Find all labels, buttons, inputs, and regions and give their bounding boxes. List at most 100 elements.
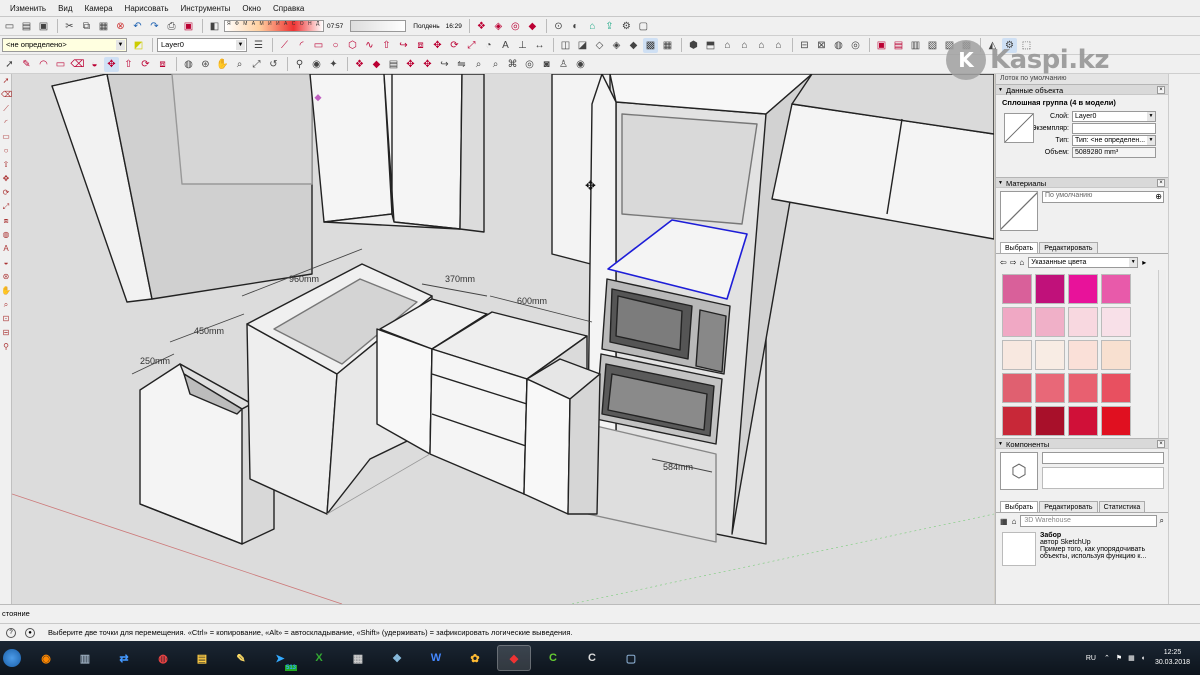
tray-chevron-icon[interactable]: ⌃ (1104, 654, 1110, 662)
components-search-input[interactable]: 3D Warehouse (1020, 515, 1157, 527)
photo-icon[interactable]: ◐ (568, 19, 583, 34)
shadow-toggle-icon[interactable]: ◧ (207, 19, 222, 34)
excel-icon[interactable]: X (302, 645, 336, 671)
sketchup-taskbar-icon[interactable]: ◆ (497, 645, 531, 671)
shaded-icon[interactable]: ◆ (626, 38, 641, 53)
pushpull-tool-icon[interactable]: ⇧ (1, 159, 11, 170)
scale-icon[interactable]: ⤢ (464, 38, 479, 53)
lock-icon[interactable]: ⌘ (505, 57, 520, 72)
bucket-icon[interactable]: ◒ (87, 57, 102, 72)
material-swatch[interactable] (1068, 274, 1098, 304)
menu-edit[interactable]: Изменить (4, 4, 52, 13)
close-icon[interactable]: × (1157, 86, 1165, 94)
camtasia-recorder-icon[interactable]: C (575, 645, 609, 671)
camtasia-icon[interactable]: C (536, 645, 570, 671)
shadow-month-slider[interactable]: Я Ф М А М И И А С О Н Д (224, 20, 324, 32)
save-icon[interactable]: ▣ (36, 19, 51, 34)
move2-icon[interactable]: ✥ (104, 56, 119, 72)
menu-tools[interactable]: Инструменты (175, 4, 237, 13)
shaded-texture-icon[interactable]: ▩ (643, 37, 658, 53)
info-icon[interactable]: ? (6, 627, 16, 638)
xray-icon[interactable]: ◫ (558, 38, 573, 53)
select-tool-icon[interactable]: ➚ (1, 75, 11, 86)
wireframe-icon[interactable]: ◇ (592, 38, 607, 53)
tab-materials-select[interactable]: Выбрать (1000, 242, 1039, 253)
camera-icon[interactable]: ◙ (539, 57, 554, 72)
user-icon[interactable]: ● (25, 627, 35, 638)
text-icon[interactable]: A (498, 38, 513, 53)
section-tool-icon[interactable]: ⊟ (1, 327, 11, 338)
extension-icon[interactable]: ⚙ (619, 19, 634, 34)
forward-icon[interactable]: ⇨ (1010, 258, 1017, 267)
cut-icon[interactable]: ✂ (62, 19, 77, 34)
move-tool-icon[interactable]: ✥ (1, 173, 11, 184)
zoom-window-tool-icon[interactable]: ⊡ (1, 313, 11, 324)
tab-components-edit[interactable]: Редактировать (1039, 501, 1098, 512)
material-swatch[interactable] (1002, 373, 1032, 403)
start-button[interactable] (3, 649, 21, 667)
window-icon[interactable]: ▢ (614, 645, 648, 671)
top-view-icon[interactable]: ⬒ (703, 38, 718, 53)
walk-icon[interactable]: ⚲ (292, 57, 307, 72)
zoom-extents-icon[interactable]: ⤢ (249, 57, 264, 72)
material-swatch[interactable] (1035, 274, 1065, 304)
flip-icon[interactable]: ⇋ (454, 57, 469, 72)
eraser-icon[interactable]: ⌫ (70, 57, 85, 72)
tape2-icon[interactable]: ◍ (181, 57, 196, 72)
back-icon[interactable]: ⇦ (1000, 258, 1007, 267)
word-icon[interactable]: W (419, 645, 453, 671)
instance-field[interactable] (1072, 122, 1156, 134)
menu-window[interactable]: Окно (236, 4, 267, 13)
network-icon[interactable]: ▦ (1128, 654, 1135, 662)
component-name-field[interactable] (1042, 452, 1164, 464)
home-icon[interactable]: ⌂ (1012, 517, 1017, 526)
move-icon[interactable]: ✥ (430, 38, 445, 53)
material-swatch[interactable] (1002, 406, 1032, 436)
section-fill-icon[interactable]: ◍ (831, 38, 846, 53)
walk-tool-icon[interactable]: ⚲ (1, 341, 11, 352)
orbit-icon[interactable]: ⊛ (198, 57, 213, 72)
measure-icon[interactable]: ✥ (403, 57, 418, 72)
axes-icon[interactable]: ⊥ (515, 38, 530, 53)
sandbox-icon[interactable]: ◎ (848, 38, 863, 53)
walk2-icon[interactable]: ♙ (556, 57, 571, 72)
tape-tool-icon[interactable]: ◍ (1, 229, 11, 240)
copy-icon[interactable]: ⧉ (79, 19, 94, 34)
entity-layer-select[interactable]: Layer0 ▼ (1072, 110, 1156, 122)
material-swatch[interactable] (1068, 373, 1098, 403)
zoom3-icon[interactable]: ⌕ (488, 57, 503, 72)
components-header[interactable]: Компоненты × (996, 438, 1168, 450)
print-icon[interactable]: ⎙ (164, 19, 179, 34)
rectangle-icon[interactable]: ▭ (311, 38, 326, 53)
pan-icon[interactable]: ✋ (215, 57, 230, 72)
orbit-tool-icon[interactable]: ⊛ (1, 271, 11, 282)
material-swatch[interactable] (1101, 274, 1131, 304)
firefox-icon[interactable]: ◉ (29, 645, 63, 671)
materials-scrollbar[interactable] (1158, 270, 1166, 438)
material-swatch[interactable] (1068, 307, 1098, 337)
flag-icon[interactable]: ⚑ (1116, 654, 1122, 662)
tab-components-select[interactable]: Выбрать (1000, 501, 1039, 512)
shadow-time-slider[interactable] (350, 20, 407, 32)
material-swatch[interactable] (1035, 307, 1065, 337)
component-icon[interactable]: ❖ (474, 19, 489, 34)
section-cut-icon[interactable]: ⊠ (814, 38, 829, 53)
layer-color-icon[interactable]: ◩ (131, 38, 146, 53)
solid-subtract-icon[interactable]: ▤ (891, 38, 906, 53)
geo-icon[interactable]: ⊙ (551, 19, 566, 34)
material-swatch[interactable] (1101, 373, 1131, 403)
language-indicator[interactable]: RU (1086, 655, 1096, 662)
eraser-tool-icon[interactable]: ⌫ (1, 89, 12, 100)
paint-icon[interactable]: ◈ (491, 19, 506, 34)
paste-icon[interactable]: ▦ (96, 19, 111, 34)
material-swatch[interactable] (1101, 307, 1131, 337)
previous-view-icon[interactable]: ↺ (266, 57, 281, 72)
front-view-icon[interactable]: ⌂ (720, 38, 735, 53)
layout-icon[interactable]: ▢ (636, 19, 651, 34)
close-icon[interactable]: × (1157, 440, 1165, 448)
solid-trim-icon[interactable]: ▧ (925, 38, 940, 53)
notes-icon[interactable]: ✎ (224, 645, 258, 671)
look2-icon[interactable]: ◉ (573, 57, 588, 72)
material-swatch[interactable] (1002, 340, 1032, 370)
explorer-icon[interactable]: ▤ (185, 645, 219, 671)
